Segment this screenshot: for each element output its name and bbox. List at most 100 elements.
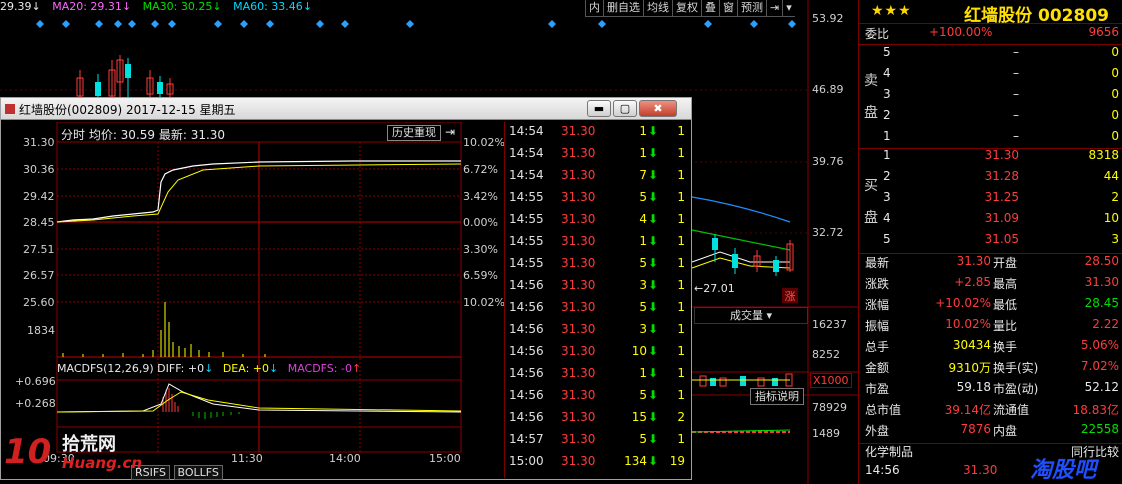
left-axis-label: 25.60 [23, 296, 55, 309]
right-axis-label: 6.59% [463, 269, 498, 282]
ma10-value: 29.39 [0, 0, 32, 13]
volume-dropdown[interactable]: 成交量 ▾ [694, 307, 808, 324]
tick-time: 14:56 [509, 366, 544, 380]
price-axis-label: 39.76 [812, 155, 844, 168]
toolbar-btn-delete-watch[interactable]: 删自选 [603, 0, 643, 17]
tick-volume: 7 [639, 168, 647, 182]
tick-price: 31.30 [561, 124, 596, 138]
intraday-plot [56, 122, 462, 453]
tick-row: 14:56 31.30 3 ⬇ 1 [505, 322, 691, 344]
stat-label: 涨幅 [865, 298, 890, 312]
intraday-header: 分时 均价: 30.59 最新: 31.30 [61, 128, 226, 142]
tick-price: 31.30 [561, 454, 596, 468]
tick-price: 31.30 [561, 278, 596, 292]
buy-level-row: 4 31.09 10 [859, 211, 1122, 232]
stat-label: 市盈 [865, 382, 890, 396]
right-axis-label: 3.30% [463, 243, 498, 256]
stat-row: 金额 9310万 换手(实) 7.02% [859, 359, 1122, 380]
sell-level: 1 [883, 129, 891, 143]
tick-count: 1 [677, 344, 685, 358]
arrow-down-icon: ⬇ [647, 168, 658, 182]
chevron-down-icon: ▾ [766, 309, 773, 322]
pin-icon[interactable]: ⇥ [766, 0, 783, 17]
buy-level-row: 5 31.05 3 [859, 232, 1122, 253]
stat-label: 换手(实) [993, 361, 1039, 375]
tick-volume: 1 [639, 124, 647, 138]
toolbar-btn-ma[interactable]: 均线 [643, 0, 672, 17]
arrow-down-icon: ⬇ [647, 432, 658, 446]
window-titlebar[interactable]: 红墙股份(002809) 2017-12-15 星期五 ▬ ▢ ✖ [1, 98, 691, 120]
buy-volume: 8318 [1088, 148, 1119, 162]
toolbar-btn-window[interactable]: 窗 [719, 0, 737, 17]
tick-time: 15:00 [509, 454, 544, 468]
ma60-arrow-icon: ↓ [302, 0, 313, 13]
arrow-down-icon: ⬇ [647, 256, 658, 270]
close-button[interactable]: ✖ [639, 100, 677, 117]
tick-row: 15:00 31.30 134 ⬇ 19 [505, 454, 691, 476]
ma20-arrow-icon: ↓ [121, 0, 132, 13]
sell-level: 4 [883, 66, 891, 80]
macd-axis-label: 78929 [812, 401, 847, 414]
stat-value: 22558 [1080, 422, 1119, 436]
stock-title: 红墙股份 002809 [964, 6, 1109, 26]
buy-level-row: 2 31.28 44 [859, 169, 1122, 190]
toolbar-btn-adjust[interactable]: 复权 [672, 0, 701, 17]
buy-volume: 44 [1103, 169, 1119, 183]
left-axis-label: 28.45 [23, 216, 55, 229]
pin-icon[interactable]: ⇥ [445, 125, 455, 139]
time-axis-label: 11:30 [231, 452, 263, 465]
tick-row: 14:56 31.30 5 ⬇ 1 [505, 300, 691, 322]
stat-label: 市盈(动) [993, 382, 1039, 396]
sell-level-row: 5 – 0 [859, 45, 1122, 66]
tick-price: 31.30 [561, 168, 596, 182]
sell-volume: 0 [1111, 87, 1119, 101]
buy-level-row: 1 31.30 8318 [859, 148, 1122, 169]
arrow-down-icon: ⬇ [647, 344, 658, 358]
tick-count: 1 [677, 234, 685, 248]
tick-volume: 1 [639, 366, 647, 380]
buy-volume: 2 [1111, 190, 1119, 204]
stat-value: 9310万 [948, 361, 991, 375]
indicator-help-button[interactable]: 指标说明 [750, 388, 804, 405]
tick-row: 14:55 31.30 5 ⬇ 1 [505, 256, 691, 278]
minimize-button[interactable]: ▬ [587, 100, 611, 117]
stat-row: 涨跌 +2.85 最高 31.30 [859, 275, 1122, 296]
buy-price: 31.28 [984, 169, 1019, 183]
tick-count: 1 [677, 432, 685, 446]
toolbar-btn-forecast[interactable]: 预测 [737, 0, 766, 17]
tab-bollfs[interactable]: BOLLFS [173, 465, 223, 480]
macd-axis-label: 1489 [812, 427, 840, 440]
stat-value: 7.02% [1080, 359, 1119, 373]
tick-time: 14:55 [509, 234, 544, 248]
right-axis-label: 3.42% [463, 190, 498, 203]
tick-price: 31.30 [561, 322, 596, 336]
sell-volume: 0 [1111, 45, 1119, 59]
tick-volume: 4 [639, 212, 647, 226]
chevron-down-icon[interactable]: ▾ [782, 0, 795, 17]
tick-count: 1 [677, 124, 685, 138]
intraday-popup-window[interactable]: 红墙股份(002809) 2017-12-15 星期五 ▬ ▢ ✖ 分时 均价:… [0, 97, 692, 480]
macd-axis-label: +0.268 [15, 397, 56, 410]
arrow-down-icon: ⬇ [647, 410, 658, 424]
tick-volume: 10 [631, 344, 647, 358]
tick-row: 14:54 31.30 1 ⬇ 1 [505, 124, 691, 146]
left-axis-label: 31.30 [23, 136, 55, 149]
right-axis-label: 6.72% [463, 163, 498, 176]
tick-row: 14:54 31.30 1 ⬇ 1 [505, 146, 691, 168]
tick-count: 1 [677, 256, 685, 270]
maximize-button[interactable]: ▢ [613, 100, 637, 117]
intraday-volume-bars [62, 302, 266, 357]
tick-time: 14:56 [509, 344, 544, 358]
tick-time: 14:56 [509, 278, 544, 292]
tick-list[interactable]: 14:54 31.30 1 ⬇ 1 14:54 31.30 1 ⬇ 1 14:54 31.30 7 ⬇ 1 1… [504, 122, 690, 478]
toolbar-btn-overlay[interactable]: 叠 [701, 0, 719, 17]
history-replay-button[interactable]: 历史重现 [387, 125, 441, 141]
toolbar-btn-nei[interactable]: 内 [585, 0, 603, 17]
arrow-down-icon: ⬇ [647, 388, 658, 402]
tick-price: 31.30 [561, 300, 596, 314]
intraday-chart[interactable]: 分时 均价: 30.59 最新: 31.30 历史重现 ⇥ 31.30 30.3… [3, 122, 505, 480]
sell-level: 2 [883, 108, 891, 122]
tick-price: 31.30 [561, 212, 596, 226]
tick-time: 14:57 [509, 432, 544, 446]
taoguba-watermark-logo: 淘股吧 [1030, 458, 1097, 483]
